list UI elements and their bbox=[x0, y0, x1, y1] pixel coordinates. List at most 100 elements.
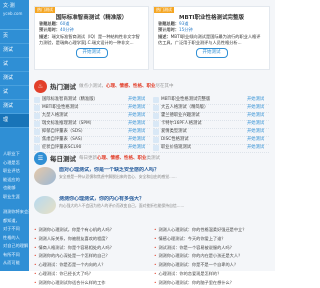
sidebar: 文·测 yceb.com 页 测试 试 测试 试 测试 理 人职业下 心理是怎 … bbox=[0, 0, 29, 271]
start-test-link[interactable]: 开始测试 bbox=[247, 128, 269, 136]
list-item-text[interactable]: 测测你心理测试你适合什么样的工作 bbox=[38, 280, 105, 285]
card-info-value: 93道 bbox=[178, 21, 189, 26]
start-test-link[interactable]: 开始测试 bbox=[247, 120, 269, 128]
start-test-button[interactable]: 开始测试 bbox=[75, 48, 108, 59]
featured-card-mbti[interactable]: 热门测试 MBTI职业性格测试完整版 答题总题：93道 预计用时：15分钟 描述… bbox=[153, 6, 270, 70]
logo-text: 文·测 bbox=[3, 3, 15, 9]
list-item[interactable]: • 测测你心理测试你适合什么样的工作 bbox=[34, 279, 150, 288]
test-name[interactable]: MBTI职业性格测试 bbox=[42, 104, 128, 112]
start-test-link[interactable]: 开始测试 bbox=[128, 104, 150, 112]
card-desc-text: 估工具，广泛用于职业测评与人员性格分析... bbox=[158, 39, 242, 45]
start-test-link[interactable]: 开始测试 bbox=[128, 128, 150, 136]
sidebar-bottom-line: 从而可能 bbox=[3, 260, 20, 265]
test-name[interactable]: 卡特尔16PF人格测试 bbox=[161, 120, 247, 128]
sidebar-item-6[interactable]: 理 bbox=[0, 114, 29, 128]
thumbnail-image[interactable] bbox=[34, 167, 56, 185]
list-item-text[interactable]: 测测人际关系，你被朋友喜欢的程度？ bbox=[38, 236, 109, 241]
list-item-text[interactable]: 测测你心理测试：你的内在是小孩还是大人？ bbox=[158, 253, 242, 258]
test-name[interactable]: 霍兰德职业兴趣测试 bbox=[161, 112, 247, 120]
test-name[interactable]: MBTI职业性格测试完整版 bbox=[161, 96, 247, 104]
list-item[interactable]: • 心理测试：你是否是一个内向的人？ bbox=[34, 261, 150, 270]
card-info-label: 答题总题： bbox=[39, 21, 60, 26]
card-info-label: 描述： bbox=[158, 33, 171, 39]
test-icon bbox=[34, 137, 40, 143]
start-test-button[interactable]: 开始测试 bbox=[195, 48, 228, 59]
list-item-text[interactable]: 测测你心理测试，你是个有心机的人吗？ bbox=[38, 227, 113, 232]
sidebar-item-3[interactable]: 测试 bbox=[0, 72, 29, 86]
list-item-text[interactable]: 测试测试：你是一个容易被说服的人吗？ bbox=[158, 245, 233, 250]
list-item-text[interactable]: 测测你心理测试：你是不是一个自卑的人？ bbox=[158, 262, 238, 267]
site-logo[interactable]: 文·测 yceb.com bbox=[0, 0, 29, 30]
list-item[interactable]: • 测试测试：你是一个容易被说服的人吗？ bbox=[154, 244, 270, 253]
test-name[interactable]: DISC性格测试 bbox=[161, 136, 247, 144]
test-name[interactable]: 大五人格测试（精简版） bbox=[161, 104, 247, 112]
bullet-icon: • bbox=[154, 227, 157, 232]
list-item[interactable]: • 情商人格测试：你是个容易相处的人吗？ bbox=[34, 244, 150, 253]
featured-card-iq[interactable]: 热门测试 国际标准智商测试（精准版） 答题总题：60道 预计用时：40分钟 描述… bbox=[34, 6, 149, 70]
list-item[interactable]: • 测测人际关系，你被朋友喜欢的程度？ bbox=[34, 235, 150, 244]
test-name[interactable]: 爱情类型测试 bbox=[161, 128, 247, 136]
list-item[interactable]: • 测测你的内心深处是一个怎样的自己？ bbox=[34, 252, 150, 261]
start-test-link[interactable]: 开始测试 bbox=[247, 144, 269, 152]
start-test-link[interactable]: 开始测试 bbox=[128, 112, 150, 120]
sidebar-item-home[interactable]: 页 bbox=[0, 30, 29, 44]
hot-test-row[interactable]: 职业价值观测试 开始测试 bbox=[153, 144, 269, 153]
card-title[interactable]: 国际标准智商测试（精准版） bbox=[35, 13, 148, 21]
list-item-text[interactable]: 心理测试：你的恋爱观是怎样的？ bbox=[158, 271, 221, 276]
list-item[interactable]: • 情感心理测试：今天的你爱上了谁？ bbox=[154, 235, 270, 244]
daily-item-title[interactable]: 测测你心理测试，你的内心有多强大？ bbox=[59, 196, 184, 203]
start-test-link[interactable]: 开始测试 bbox=[128, 96, 150, 104]
card-title[interactable]: MBTI职业性格测试完整版 bbox=[154, 13, 269, 21]
bullet-icon: • bbox=[34, 244, 37, 250]
start-test-link[interactable]: 开始测试 bbox=[247, 112, 269, 120]
list-item[interactable]: • 测测你心理测试：你的内在是小孩还是大人？ bbox=[154, 252, 270, 261]
list-item-text[interactable]: 心理测试：你已经长大了吗？ bbox=[38, 271, 92, 276]
test-name[interactable]: 国际标准智商测试（精准版） bbox=[42, 96, 128, 104]
sidebar-bottom-line: 对自己的理解 bbox=[3, 243, 29, 248]
sidebar-item-4[interactable]: 试 bbox=[0, 86, 29, 100]
list-item[interactable]: • 心理测试：你的恋爱观是怎样的？ bbox=[154, 270, 270, 279]
sidebar-article-line: 心理是怎 bbox=[3, 159, 20, 165]
subtitle-highlight: 心理、情感、性格、职业 bbox=[106, 84, 156, 89]
test-name[interactable]: 抑郁自评量表（SDS） bbox=[42, 128, 128, 136]
start-test-link[interactable]: 开始测试 bbox=[128, 120, 150, 128]
sidebar-bottom-line: 对于不同 bbox=[3, 226, 20, 231]
sidebar-item-1[interactable]: 测试 bbox=[0, 44, 29, 58]
daily-item-body: 面对心理测试，你是一个缺乏安全感的人吗？ 安全感是一种从恐惧和焦虑中解脱出来的信… bbox=[59, 167, 177, 185]
sidebar-article-line: 也能够 bbox=[3, 185, 16, 190]
start-test-link[interactable]: 开始测试 bbox=[247, 96, 269, 104]
card-desc-line: 估工具，广泛用于职业测评与人员性格分析... bbox=[154, 40, 269, 46]
daily-tests-header: ☰ 每日测试 每日更新心理、情感、性格、职业类测试 bbox=[34, 151, 160, 165]
test-icon bbox=[34, 113, 40, 119]
daily-item[interactable]: 面对心理测试，你是一个缺乏安全感的人吗？ 安全感是一种从恐惧和焦虑中解脱出来的信… bbox=[34, 167, 270, 185]
thumbnail-image[interactable] bbox=[34, 196, 56, 214]
bullet-icon: • bbox=[34, 227, 37, 232]
card-info-label: 描述： bbox=[39, 33, 52, 39]
list-item-text[interactable]: 情商人格测试：你是个容易相处的人吗？ bbox=[38, 245, 113, 250]
test-name[interactable]: 职业价值观测试 bbox=[161, 144, 247, 152]
sidebar-item-2[interactable]: 试 bbox=[0, 58, 29, 72]
list-item-text[interactable]: 情感心理测试：今天的你爱上了谁？ bbox=[158, 236, 225, 241]
list-item-text[interactable]: 心理测试：你是否是一个内向的人？ bbox=[38, 262, 105, 267]
bullet-icon: • bbox=[154, 270, 157, 276]
test-name[interactable]: 九型人格测试 bbox=[42, 112, 128, 120]
daily-item[interactable]: 测测你心理测试，你的内心有多强大？ 内心强大的人不会因为他人的评价而改变自己，面… bbox=[34, 196, 270, 214]
list-item[interactable]: • 测测你心理测试：你是不是一个自卑的人？ bbox=[154, 261, 270, 270]
sidebar-item-5[interactable]: 测试 bbox=[0, 100, 29, 114]
list-item-text[interactable]: 测测你的内心深处是一个怎样的自己？ bbox=[38, 253, 109, 258]
list-item[interactable]: • 测测人心理测试：你的性格温柔好强还是中立？ bbox=[154, 226, 270, 235]
subtitle-prefix: 做点小测试， bbox=[79, 84, 106, 89]
daily-item-title[interactable]: 面对心理测试，你是一个缺乏安全感的人吗？ bbox=[59, 167, 177, 174]
section-title: 热门测试 bbox=[50, 83, 76, 91]
list-item[interactable]: • 心理测试：你已经长大了吗？ bbox=[34, 270, 150, 279]
list-item-text[interactable]: 测测你心理测试：你的脑子里在想什么？ bbox=[158, 280, 233, 285]
bullet-icon: • bbox=[34, 253, 37, 259]
start-test-link[interactable]: 开始测试 bbox=[247, 136, 269, 144]
start-test-link[interactable]: 开始测试 bbox=[247, 104, 269, 112]
test-name[interactable]: 瑞文标准推理测试（SPM） bbox=[42, 120, 128, 128]
test-name[interactable]: 焦虑自评量表（SAS） bbox=[42, 136, 128, 144]
list-item[interactable]: • 测测你心理测试，你是个有心机的人吗？ bbox=[34, 226, 150, 235]
start-test-link[interactable]: 开始测试 bbox=[128, 136, 150, 144]
list-item[interactable]: • 测测你心理测试：你的脑子里在想什么？ bbox=[154, 279, 270, 288]
list-item-text[interactable]: 测测人心理测试：你的性格温柔好强还是中立？ bbox=[158, 227, 246, 232]
